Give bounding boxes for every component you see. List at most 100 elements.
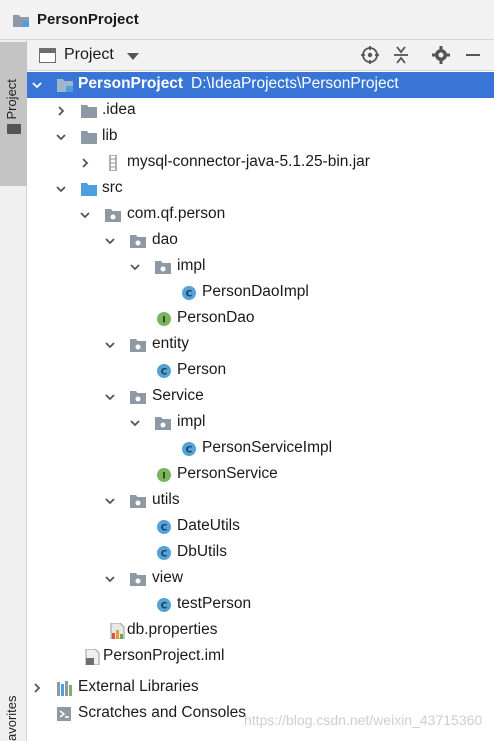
- chevron-down-icon[interactable]: [32, 80, 42, 90]
- tree-item-label: src: [102, 179, 123, 196]
- properties-file-icon: [110, 623, 125, 639]
- package-icon: [130, 573, 146, 586]
- package-icon: [130, 391, 146, 404]
- chevron-down-icon[interactable]: [130, 262, 140, 272]
- tree-row-src[interactable]: src: [27, 176, 494, 202]
- tree-item-label: PersonServiceImpl: [202, 439, 333, 456]
- tree-row-person[interactable]: C Person: [27, 358, 494, 384]
- project-view-icon: [39, 48, 56, 63]
- tree-item-label: com.qf.person: [127, 205, 226, 222]
- project-path: D:\IdeaProjects\PersonProject: [191, 75, 399, 92]
- folder-icon: [81, 131, 97, 144]
- tree-row-external-libraries[interactable]: External Libraries: [27, 675, 494, 701]
- chevron-down-icon[interactable]: [56, 132, 66, 142]
- tree-item-label: entity: [152, 335, 190, 352]
- tree-row-person-service[interactable]: I PersonService: [27, 462, 494, 488]
- svg-text:I: I: [162, 472, 165, 482]
- project-folder-icon: [13, 14, 29, 27]
- tree-row-service-impl[interactable]: impl: [27, 410, 494, 436]
- tree-row-date-utils[interactable]: C DateUtils: [27, 514, 494, 540]
- chevron-down-icon[interactable]: [56, 184, 66, 194]
- tree-row-entity[interactable]: entity: [27, 332, 494, 358]
- chevron-right-icon[interactable]: [56, 106, 66, 116]
- package-icon: [130, 235, 146, 248]
- class-icon: C: [157, 598, 171, 612]
- tree-item-label: DbUtils: [177, 543, 227, 560]
- scratches-icon: [57, 707, 71, 721]
- watermark: https://blog.csdn.net/weixin_43715360: [244, 712, 483, 728]
- tree-row-project-root[interactable]: PersonProject D:\IdeaProjects\PersonProj…: [27, 72, 494, 98]
- tree-row-lib[interactable]: lib: [27, 124, 494, 150]
- tree-item-label: mysql-connector-java-5.1.25-bin.jar: [127, 153, 370, 170]
- gear-icon[interactable]: [431, 45, 451, 65]
- tree-item-label: Person: [177, 361, 227, 378]
- tree-item-label: view: [152, 569, 184, 586]
- project-view-selector[interactable]: Project: [64, 46, 114, 64]
- class-icon: C: [157, 520, 171, 534]
- chevron-down-icon[interactable]: [105, 392, 115, 402]
- tree-item-label: dao: [152, 231, 178, 248]
- tree-item-label: Scratches and Consoles: [78, 704, 247, 721]
- tree-row-view[interactable]: view: [27, 566, 494, 592]
- svg-text:C: C: [161, 602, 168, 612]
- chevron-down-icon[interactable]: [130, 418, 140, 428]
- tree-row-person-dao[interactable]: I PersonDao: [27, 306, 494, 332]
- package-icon: [155, 417, 171, 430]
- svg-text:I: I: [162, 316, 165, 326]
- tree-row-mysql-jar[interactable]: mysql-connector-java-5.1.25-bin.jar: [27, 150, 494, 176]
- chevron-down-icon[interactable]: [127, 53, 139, 60]
- tree-item-label: PersonProject: [78, 75, 184, 92]
- tree-row-db-properties[interactable]: db.properties: [27, 618, 494, 644]
- tree-row-utils[interactable]: utils: [27, 488, 494, 514]
- tree-item-label: PersonProject.iml: [103, 647, 225, 664]
- class-icon: C: [182, 286, 196, 300]
- interface-icon: I: [157, 312, 171, 326]
- package-icon: [155, 261, 171, 274]
- svg-text:C: C: [161, 368, 168, 378]
- chevron-down-icon[interactable]: [105, 496, 115, 506]
- chevron-right-icon[interactable]: [32, 683, 42, 693]
- tree-item-label: lib: [102, 127, 118, 144]
- favorites-tool-tab[interactable]: avorites: [4, 686, 24, 741]
- package-icon: [130, 339, 146, 352]
- svg-text:C: C: [186, 290, 193, 300]
- tree-row-iml[interactable]: PersonProject.iml: [27, 644, 494, 670]
- tree-item-label: impl: [177, 257, 206, 274]
- tree-row-com-qf-person[interactable]: com.qf.person: [27, 202, 494, 228]
- tree-row-idea[interactable]: .idea: [27, 98, 494, 124]
- tree-row-person-service-impl[interactable]: C PersonServiceImpl: [27, 436, 494, 462]
- tree-item-label: db.properties: [127, 621, 218, 638]
- tree-row-person-dao-impl[interactable]: C PersonDaoImpl: [27, 280, 494, 306]
- chevron-down-icon[interactable]: [105, 574, 115, 584]
- project-tool-tab[interactable]: 1: Project: [0, 42, 27, 186]
- source-folder-icon: [81, 183, 97, 196]
- collapse-all-icon[interactable]: [391, 45, 411, 65]
- project-panel-header: Project: [27, 40, 494, 71]
- class-icon: C: [157, 364, 171, 378]
- tree-row-db-utils[interactable]: C DbUtils: [27, 540, 494, 566]
- tree-row-dao-impl[interactable]: impl: [27, 254, 494, 280]
- locate-icon[interactable]: [360, 45, 380, 65]
- chevron-down-icon[interactable]: [105, 340, 115, 350]
- window-title: PersonProject: [37, 11, 139, 28]
- chevron-right-icon[interactable]: [80, 158, 90, 168]
- folder-icon: [7, 124, 21, 134]
- left-tool-strip: 1: Project avorites: [0, 40, 27, 741]
- tree-item-label: DateUtils: [177, 517, 240, 534]
- libraries-icon: [57, 681, 72, 696]
- tree-row-test-person[interactable]: C testPerson: [27, 592, 494, 618]
- tree-item-label: PersonService: [177, 465, 278, 482]
- tree-row-dao[interactable]: dao: [27, 228, 494, 254]
- svg-text:C: C: [161, 524, 168, 534]
- hide-panel-icon[interactable]: [463, 45, 483, 65]
- tree-item-label: utils: [152, 491, 180, 508]
- tree-item-label: Service: [152, 387, 204, 404]
- class-icon: C: [182, 442, 196, 456]
- svg-text:C: C: [161, 550, 168, 560]
- chevron-down-icon[interactable]: [80, 210, 90, 220]
- chevron-down-icon[interactable]: [105, 236, 115, 246]
- tree-item-label: External Libraries: [78, 678, 199, 695]
- tree-row-service[interactable]: Service: [27, 384, 494, 410]
- package-icon: [105, 209, 121, 222]
- tree-item-label: PersonDaoImpl: [202, 283, 309, 300]
